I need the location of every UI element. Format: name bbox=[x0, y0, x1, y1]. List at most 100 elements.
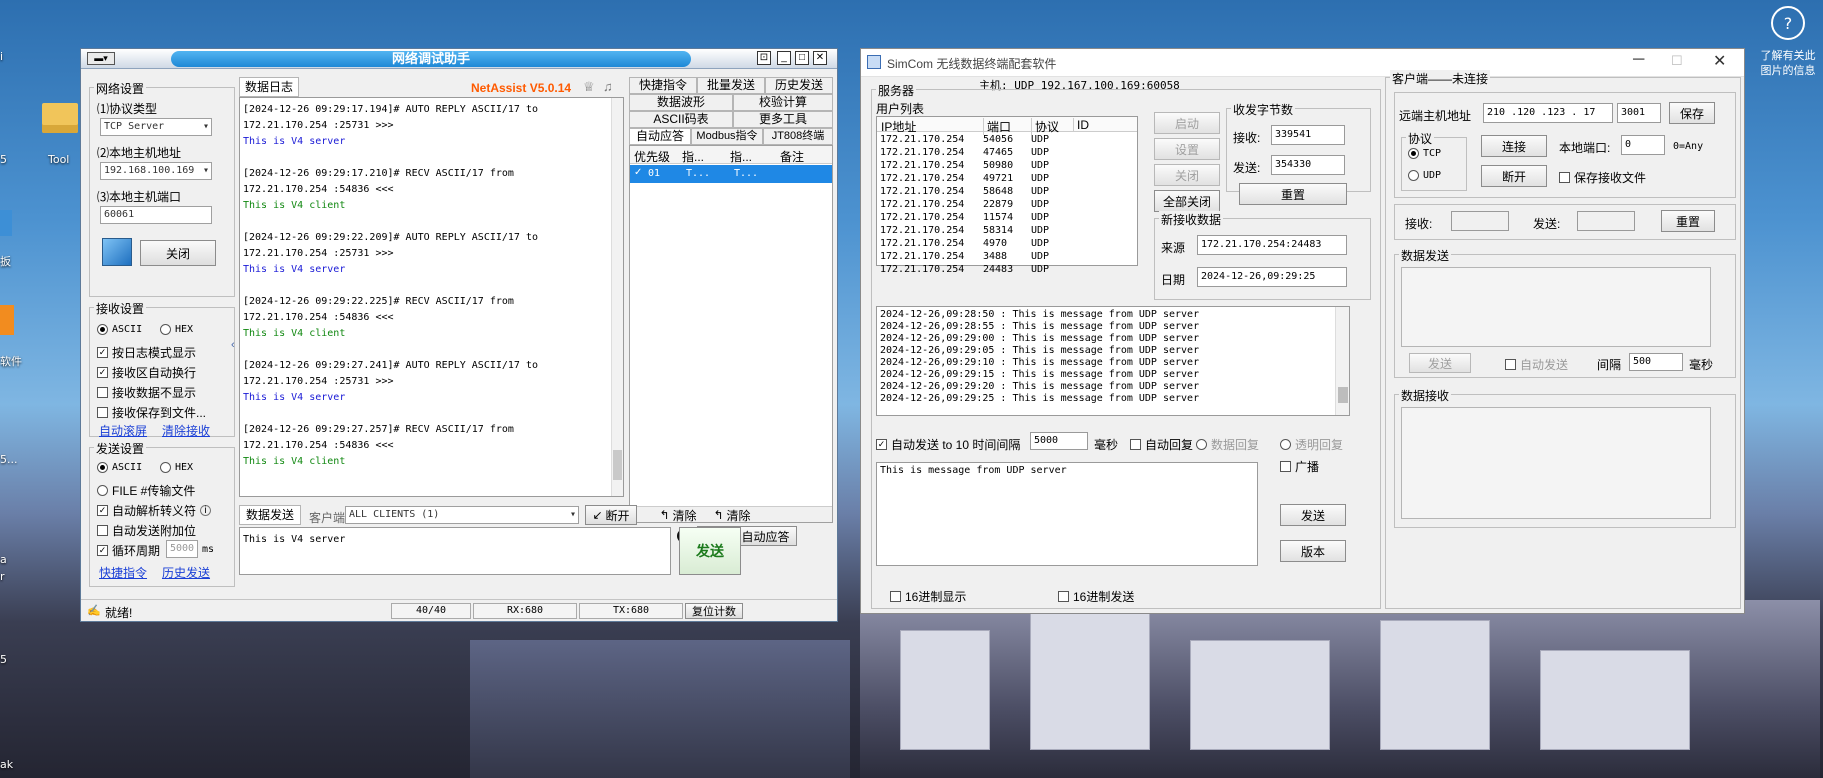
send-button[interactable]: 发送 bbox=[1280, 504, 1346, 526]
recv-option-save[interactable]: 接收保存到文件... bbox=[97, 404, 206, 421]
client-select[interactable]: ALL CLIENTS (1) bbox=[345, 506, 579, 524]
info-icon[interactable]: i bbox=[200, 505, 212, 516]
clear-button[interactable]: ↰ 清除 bbox=[653, 505, 703, 525]
host-select[interactable]: 192.168.100.169 bbox=[100, 162, 212, 180]
quick-command-link[interactable]: 快捷指令 bbox=[99, 564, 147, 581]
recv-option-log-mode[interactable]: ✓ 按日志模式显示 bbox=[97, 344, 196, 361]
app-menu-icon[interactable]: ▬▾ bbox=[87, 52, 115, 65]
table-row[interactable]: 172.21.170.254 3488 UDP bbox=[877, 250, 1070, 263]
scroll-thumb[interactable] bbox=[613, 450, 622, 480]
reset-button[interactable]: 重置 bbox=[1239, 183, 1347, 205]
recv-option-wrap[interactable]: ✓ 接收区自动换行 bbox=[97, 364, 196, 381]
table-row[interactable]: 172.21.170.254 4970 UDP bbox=[877, 237, 1070, 250]
recv-option-hide[interactable]: 接收数据不显示 bbox=[97, 384, 196, 401]
user-list[interactable]: IP地址 端口 协议 ID 172.21.170.254 54056 UDP 172.… bbox=[876, 116, 1138, 275]
disconnect-button[interactable]: 断开 bbox=[1481, 165, 1547, 187]
hex-send-checkbox[interactable]: 16进制发送 bbox=[1058, 588, 1134, 605]
send-option-escape[interactable]: ✓ 自动解析转义符 i bbox=[97, 502, 212, 519]
send-file-radio[interactable]: FILE #传输文件 bbox=[97, 482, 195, 499]
recv-hex-radio[interactable]: HEX bbox=[160, 324, 193, 335]
table-row[interactable]: 172.21.170.254 47465 UDP bbox=[877, 146, 1070, 159]
tab-quick-cmd[interactable]: 快捷指令 bbox=[629, 77, 697, 94]
reset-count-button[interactable]: 复位计数 bbox=[685, 603, 743, 619]
desktop-icon-label[interactable]: ak bbox=[0, 758, 28, 771]
close-all-button[interactable]: 全部关闭 bbox=[1154, 190, 1220, 212]
disconnect-button[interactable]: ↙ 断开 bbox=[585, 505, 637, 525]
remote-ip-field[interactable]: 210 .120 .123 . 17 bbox=[1483, 103, 1613, 123]
skin-icon[interactable]: ♕ bbox=[583, 79, 595, 95]
pin-icon[interactable]: ⊡ bbox=[757, 51, 771, 65]
client-send-button[interactable]: 发送 bbox=[1409, 353, 1471, 373]
desktop-icon-label[interactable]: Tool bbox=[48, 153, 69, 166]
tab-waveform[interactable]: 数据波形 bbox=[629, 94, 733, 111]
table-row[interactable]: 172.21.170.254 22879 UDP bbox=[877, 198, 1070, 211]
table-row[interactable]: 172.21.170.254 50980 UDP bbox=[877, 159, 1070, 172]
collapse-arrow-icon[interactable]: ‹ bbox=[231, 339, 235, 351]
transparent-reply-radio[interactable]: 透明回复 bbox=[1280, 436, 1343, 453]
send-textarea[interactable]: This is V4 server bbox=[239, 527, 671, 575]
tab-data-send[interactable]: 数据发送 bbox=[239, 505, 301, 525]
client-reset-button[interactable]: 重置 bbox=[1661, 210, 1715, 232]
log-scrollbar[interactable] bbox=[611, 98, 623, 496]
desktop-icon-label[interactable]: 5... bbox=[0, 453, 28, 466]
desktop-icon-label[interactable]: 5 bbox=[0, 653, 28, 666]
message-log[interactable]: 2024-12-26,09:28:50 : This is message fr… bbox=[876, 306, 1350, 416]
tab-data-log[interactable]: 数据日志 bbox=[239, 77, 299, 97]
tab-auto-reply[interactable]: 自动应答 bbox=[629, 128, 691, 145]
client-recv-textarea[interactable] bbox=[1401, 407, 1711, 519]
desktop-icon-label[interactable]: i bbox=[0, 50, 28, 63]
bell-icon[interactable]: ♫ bbox=[603, 79, 613, 94]
table-row[interactable]: 172.21.170.254 24483 UDP bbox=[877, 263, 1070, 276]
port-field[interactable]: 60061 bbox=[100, 206, 212, 224]
message-scrollbar[interactable] bbox=[1335, 307, 1349, 415]
tab-batch-send[interactable]: 批量发送 bbox=[697, 77, 765, 94]
connect-button[interactable]: 连接 bbox=[1481, 135, 1547, 157]
settings-button[interactable]: 设置 bbox=[1154, 138, 1220, 160]
folder-icon[interactable] bbox=[42, 103, 78, 133]
send-textarea[interactable]: This is message from UDP server bbox=[876, 462, 1258, 566]
minimize-button[interactable]: ─ bbox=[1633, 51, 1644, 69]
tab-ascii-table[interactable]: ASCII码表 bbox=[629, 111, 733, 128]
send-hex-radio[interactable]: HEX bbox=[160, 462, 193, 473]
table-row[interactable]: 172.21.170.254 54056 UDP bbox=[877, 133, 1070, 146]
udp-radio[interactable]: UDP bbox=[1408, 170, 1441, 181]
remote-port-field[interactable]: 3001 bbox=[1617, 103, 1661, 123]
send-history-link[interactable]: 历史发送 bbox=[162, 564, 210, 581]
maximize-button[interactable]: ☐ bbox=[1671, 53, 1683, 69]
auto-scroll-link[interactable]: 自动滚屏 bbox=[99, 422, 147, 439]
close-connection-button[interactable]: 关闭 bbox=[140, 240, 216, 266]
desktop-icon-label[interactable]: 软件 bbox=[0, 353, 28, 369]
start-button[interactable]: 启动 bbox=[1154, 112, 1220, 134]
table-row[interactable]: ✓ 01 T... T... bbox=[630, 165, 832, 183]
app-icon[interactable] bbox=[0, 305, 14, 335]
close-button[interactable]: 关闭 bbox=[1154, 164, 1220, 186]
send-ascii-radio[interactable]: ASCII bbox=[97, 462, 142, 473]
data-reply-radio[interactable]: 数据回复 bbox=[1196, 436, 1259, 453]
auto-send-checkbox[interactable]: ✓ 自动发送 to 10 时间间隔 bbox=[876, 436, 1020, 453]
close-button[interactable]: ✕ bbox=[813, 51, 827, 65]
broadcast-checkbox[interactable]: 广播 bbox=[1280, 458, 1319, 475]
desktop-icon-label[interactable]: 5 bbox=[0, 153, 28, 166]
tab-more-tools[interactable]: 更多工具 bbox=[733, 111, 833, 128]
version-button[interactable]: 版本 bbox=[1280, 540, 1346, 562]
send-button[interactable]: 发送 bbox=[679, 527, 741, 575]
tab-modbus[interactable]: Modbus指令 bbox=[691, 128, 763, 145]
table-row[interactable]: 172.21.170.254 58648 UDP bbox=[877, 185, 1070, 198]
desktop-icon-label[interactable]: r bbox=[0, 570, 28, 583]
maximize-button[interactable]: □ bbox=[795, 51, 809, 65]
minimize-button[interactable]: _ bbox=[777, 51, 791, 65]
hex-display-checkbox[interactable]: 16进制显示 bbox=[890, 588, 966, 605]
protocol-select[interactable]: TCP Server bbox=[100, 118, 212, 136]
table-row[interactable]: 172.21.170.254 11574 UDP bbox=[877, 211, 1070, 224]
learn-about-picture[interactable]: ? 了解有关此图片的信息 bbox=[1759, 6, 1817, 96]
send-option-cycle[interactable]: ✓ 循环周期 bbox=[97, 542, 160, 559]
send-option-append[interactable]: 自动发送附加位 bbox=[97, 522, 196, 539]
tab-checksum[interactable]: 校验计算 bbox=[733, 94, 833, 111]
cycle-field[interactable]: 5000 bbox=[166, 540, 198, 558]
save-button[interactable]: 保存 bbox=[1669, 102, 1715, 124]
desktop-icon-label[interactable]: a bbox=[0, 553, 28, 566]
tab-history-send[interactable]: 历史发送 bbox=[765, 77, 833, 94]
auto-send-interval[interactable]: 5000 bbox=[1030, 432, 1088, 450]
tab-jt808[interactable]: JT808终端 bbox=[763, 128, 833, 145]
scroll-thumb[interactable] bbox=[1338, 387, 1348, 403]
